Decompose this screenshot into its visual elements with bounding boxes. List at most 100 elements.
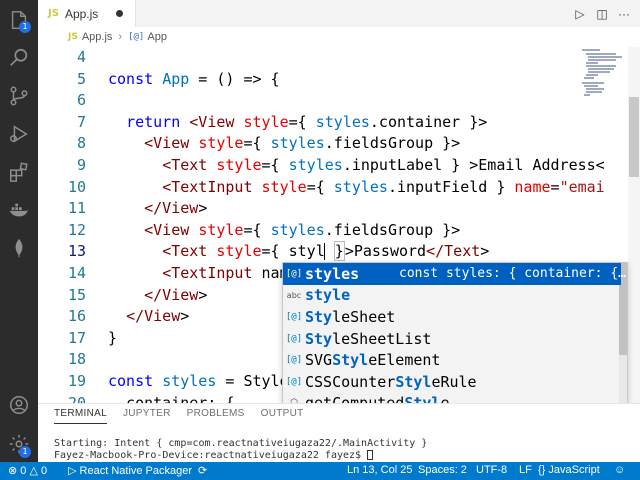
terminal-prompt[interactable]: Fayez-Macbook-Pro-Device:reactnativeiuga… [54, 450, 374, 461]
line-number: 5 [76, 69, 86, 88]
line-number: 17 [67, 328, 86, 347]
line-number: 14 [67, 264, 86, 282]
unsaved-dot-icon[interactable] [116, 10, 123, 17]
explorer-badge: 1 [19, 21, 31, 33]
split-editor-icon[interactable]: ◫ [592, 4, 612, 24]
settings-badge: 1 [19, 446, 31, 458]
code-line[interactable]: 4 [38, 47, 628, 69]
symbol-variable-icon: [@] [285, 376, 303, 387]
error-icon: ⊗ [8, 465, 18, 477]
play-icon: ▷ [68, 465, 77, 477]
sync-icon[interactable]: ⟳ [198, 464, 207, 477]
activity-bar: 1 1 [0, 0, 38, 462]
indentation-status[interactable]: Spaces: 2 [418, 464, 467, 476]
terminal-cursor [367, 450, 374, 460]
suggestion-detail: const styles: { container: {… [399, 266, 626, 282]
language-mode-status[interactable]: {} JavaScript [538, 464, 600, 476]
javascript-file-icon: JS [48, 8, 59, 19]
tab-problems[interactable]: PROBLEMS [187, 408, 245, 424]
line-number: 13 [67, 242, 86, 261]
tab-app-js[interactable]: JS App.js [38, 0, 136, 27]
code-line[interactable]: 13 <Text style={ styl }>Password</Text> [38, 241, 628, 263]
tab-label: App.js [64, 6, 99, 21]
tab-terminal[interactable]: TERMINAL [54, 408, 107, 424]
warning-count: 0 [41, 465, 48, 477]
code-text: </View> [144, 285, 208, 304]
code-text: <Text style={ styl }>Password</Text> [162, 241, 490, 262]
search-icon[interactable] [7, 46, 31, 70]
code-text: } [108, 328, 118, 347]
code-text: const styles = StyleS [108, 372, 298, 390]
suggestion-item[interactable]: [@] SVGStyleElement [283, 349, 621, 371]
code-line[interactable]: 5 const App = () => { [38, 69, 628, 91]
error-count: 0 [20, 465, 27, 477]
code-text: <TextInput style={ styles.inputField } n… [162, 177, 605, 196]
braces-icon: {} [538, 464, 546, 476]
code-line[interactable]: 6 [38, 90, 628, 112]
symbol-variable-icon: [@] [285, 333, 303, 344]
code-text: </View> [144, 199, 208, 218]
cursor-position[interactable]: Ln 13, Col 25 [347, 464, 412, 476]
code-line[interactable]: 11 </View> [38, 198, 628, 220]
packager-label: React Native Packager [79, 465, 193, 477]
breadcrumb-file[interactable]: App.js [82, 31, 113, 43]
line-number: 20 [67, 393, 86, 403]
symbol-variable-icon: [@] [285, 268, 303, 279]
status-bar: ⊗ 0 △ 0 ▷ React Native Packager ⟳ Ln 13,… [0, 462, 640, 480]
code-text: return <View style={ styles.container }> [126, 112, 488, 131]
suggestion-item[interactable]: abc style [283, 285, 621, 307]
more-actions-icon[interactable]: ··· [614, 4, 634, 24]
eol-status[interactable]: LF [519, 464, 532, 476]
editor-actions: ▷ ◫ ··· [570, 4, 634, 24]
mongodb-leaf-icon[interactable] [7, 236, 31, 260]
code-line[interactable]: 10 <TextInput style={ styles.inputField … [38, 177, 628, 199]
editor-vertical-scrollbar[interactable] [628, 47, 640, 403]
code-line[interactable]: 7 return <View style={ styles.container … [38, 112, 628, 134]
docker-icon[interactable] [7, 198, 31, 222]
suggestion-item[interactable]: [@] CSSCounterStyleRule [283, 371, 621, 393]
tab-jupyter[interactable]: JUPYTER [123, 408, 171, 424]
suggestion-item[interactable]: [@] StyleSheetList [283, 328, 621, 350]
encoding-status[interactable]: UTF-8 [476, 464, 507, 476]
suggestion-label: styles [305, 264, 360, 283]
javascript-file-icon: JS [68, 32, 78, 42]
react-native-packager-status[interactable]: ▷ React Native Packager [68, 464, 192, 477]
extensions-icon[interactable] [7, 160, 31, 184]
breadcrumb: JS App.js › [@] App [38, 27, 640, 47]
symbol-variable-icon: [@] [285, 355, 303, 366]
line-number: 10 [67, 177, 86, 196]
line-number: 15 [67, 285, 86, 304]
problems-status[interactable]: ⊗ 0 △ 0 [8, 464, 47, 477]
run-icon[interactable]: ▷ [570, 4, 590, 24]
code-line[interactable]: 9 <Text style={ styles.inputLabel } >Ema… [38, 155, 628, 177]
editor-tab-bar: JS App.js ▷ ◫ ··· [38, 0, 640, 27]
suggestion-label: StyleSheetList [305, 329, 432, 348]
line-number: 8 [76, 134, 86, 153]
line-number: 6 [76, 91, 86, 110]
account-icon[interactable] [7, 393, 31, 417]
breadcrumb-symbol[interactable]: App [147, 31, 167, 43]
line-number: 4 [76, 48, 86, 66]
symbol-variable-icon: [@] [285, 311, 303, 322]
run-debug-icon[interactable] [7, 122, 31, 146]
code-text: container: { [108, 393, 235, 403]
code-text: <Text style={ styles.inputLabel } >Email… [162, 156, 605, 174]
minimap[interactable] [578, 47, 628, 107]
chevron-right-icon: › [118, 31, 123, 43]
suggestion-item[interactable]: [@] StyleSheet [283, 306, 621, 328]
code-text: </View> [126, 307, 190, 326]
line-number: 19 [67, 372, 86, 390]
variable-symbol-icon: [@] [128, 32, 145, 42]
line-number: 16 [67, 307, 86, 326]
line-number: 9 [76, 156, 86, 174]
feedback-icon[interactable]: ☺ [614, 464, 625, 476]
language-label: JavaScript [548, 464, 600, 476]
abc-text-icon: abc [286, 290, 302, 300]
source-control-icon[interactable] [7, 84, 31, 108]
code-line[interactable]: 12 <View style={ styles.fieldsGroup }> [38, 220, 628, 242]
line-number: 7 [76, 112, 86, 131]
code-line[interactable]: 8 <View style={ styles.fieldsGroup }> [38, 133, 628, 155]
tab-output[interactable]: OUTPUT [261, 408, 304, 424]
suggestion-label: SVGStyleElement [305, 351, 441, 370]
suggestion-item[interactable]: [@] styles const styles: { container: {… [283, 263, 626, 285]
